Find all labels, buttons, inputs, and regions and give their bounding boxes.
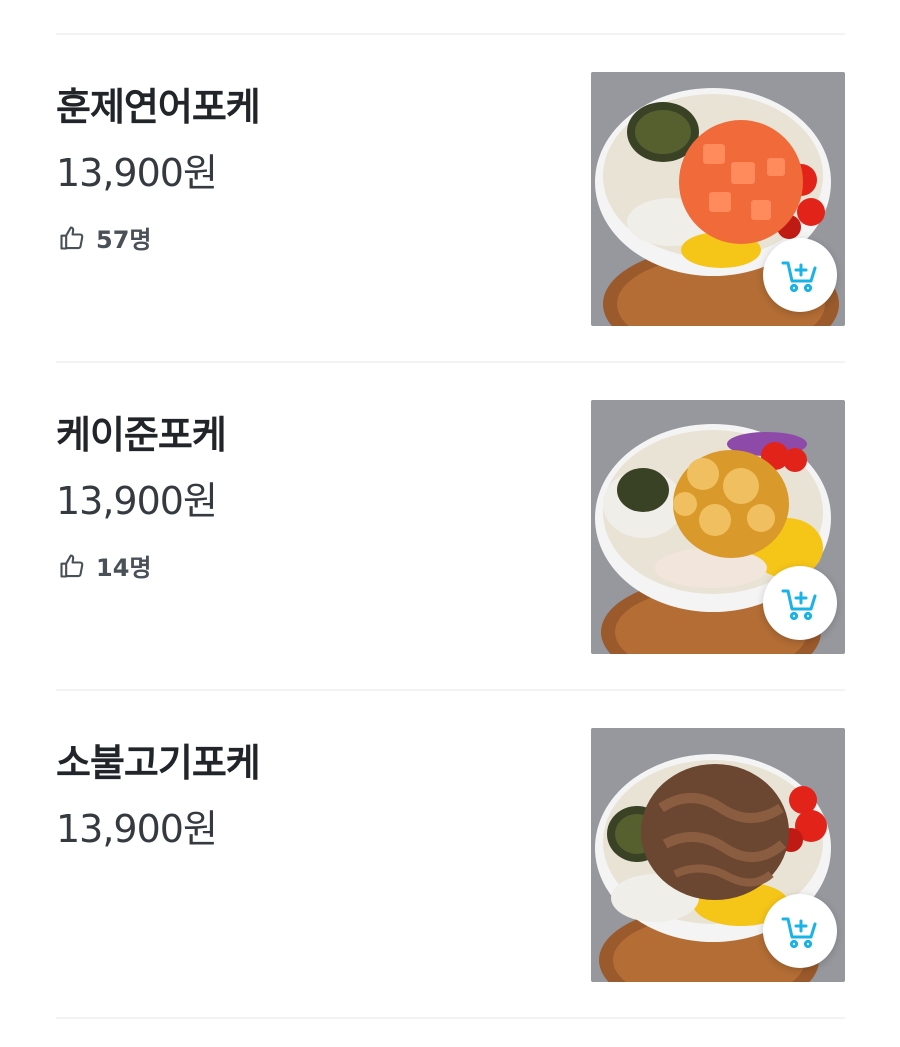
like-count-text: 57명 <box>96 226 152 254</box>
menu-item-photo[interactable] <box>591 728 845 982</box>
add-to-cart-icon <box>781 589 817 621</box>
add-to-cart-icon <box>781 917 817 949</box>
like-count: 57명 <box>58 220 151 255</box>
menu-item-name: 케이준포케 <box>56 413 227 457</box>
like-count: 14명 <box>58 548 151 583</box>
add-to-cart-button[interactable] <box>763 894 837 968</box>
menu-item-price: 13,900원 <box>56 479 218 523</box>
menu-item-cajun-poke[interactable]: 케이준포케 13,900원 14명 <box>56 400 845 654</box>
menu-item-smoked-salmon-poke[interactable]: 훈제연어포케 13,900원 57명 <box>56 72 845 326</box>
divider <box>56 361 845 363</box>
divider <box>56 689 845 691</box>
thumbs-up-icon <box>58 552 86 580</box>
menu-item-name: 소불고기포케 <box>56 741 261 785</box>
divider-bottom <box>56 1017 845 1019</box>
menu-item-name: 훈제연어포케 <box>56 85 261 129</box>
menu-item-price: 13,900원 <box>56 151 218 195</box>
thumbs-up-icon <box>58 224 86 252</box>
add-to-cart-button[interactable] <box>763 238 837 312</box>
menu-item-photo[interactable] <box>591 400 845 654</box>
menu-item-price: 13,900원 <box>56 807 218 851</box>
menu-item-bulgogi-poke[interactable]: 소불고기포케 13,900원 <box>56 728 845 982</box>
menu-item-photo[interactable] <box>591 72 845 326</box>
like-count-text: 14명 <box>96 554 152 582</box>
divider-top <box>56 33 845 35</box>
add-to-cart-icon <box>781 261 817 293</box>
add-to-cart-button[interactable] <box>763 566 837 640</box>
